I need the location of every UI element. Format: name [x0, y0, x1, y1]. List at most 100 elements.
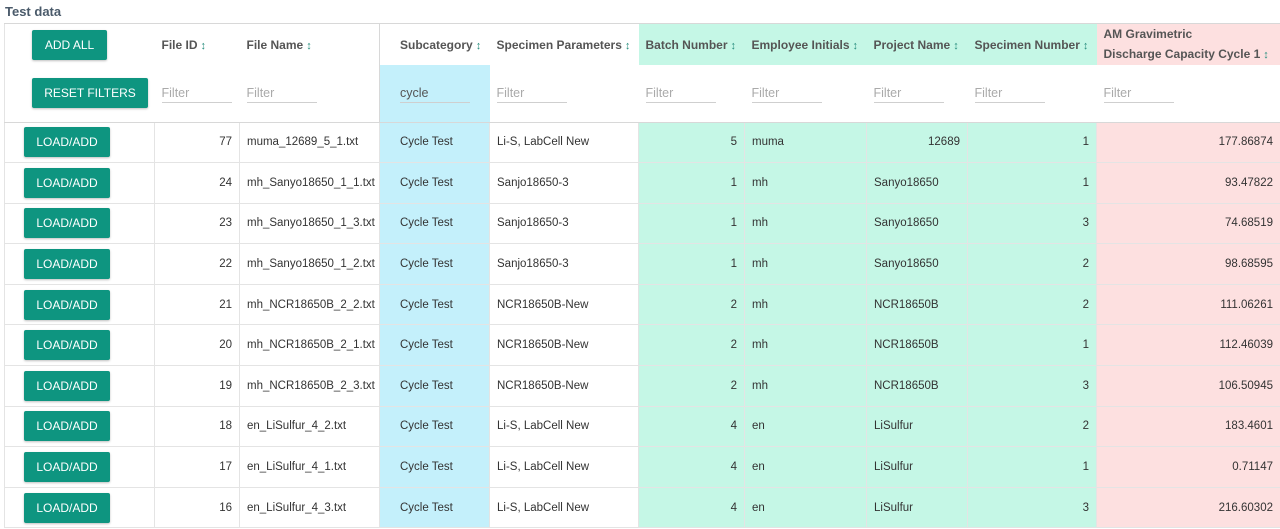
column-label: Project Name [873, 37, 951, 52]
column-header-am-gravimetric[interactable]: AM Gravimetric Discharge Capacity Cycle … [1096, 23, 1280, 65]
load-add-button[interactable]: LOAD/ADD [24, 452, 110, 483]
add-all-button[interactable]: ADD ALL [32, 29, 107, 60]
cell-batch-number: 4 [638, 446, 745, 488]
cell-batch-number: 1 [638, 203, 745, 245]
cell-project-name: LiSulfur [866, 487, 968, 529]
cell-am-gravimetric: 74.68519 [1096, 203, 1280, 245]
column-label: Batch Number [645, 37, 728, 52]
cell-employee-initials: mh [744, 162, 867, 204]
load-add-cell: LOAD/ADD [4, 284, 155, 326]
column-header-subcategory[interactable]: Subcategory ↕ [379, 23, 490, 65]
sort-icon[interactable]: ↕ [953, 40, 959, 52]
load-add-button[interactable]: LOAD/ADD [24, 167, 110, 198]
cell-specimen-number: 1 [967, 162, 1097, 204]
load-add-cell: LOAD/ADD [4, 162, 155, 204]
cell-employee-initials: en [744, 446, 867, 488]
test-data-table: ADD ALL File ID ↕ File Name ↕ Subcategory ↕… [4, 23, 1280, 529]
column-header-file-name[interactable]: File Name ↕ [239, 23, 380, 65]
sort-icon[interactable]: ↕ [201, 40, 207, 52]
column-header-file-id[interactable]: File ID ↕ [154, 23, 240, 65]
cell-specimen-parameters: NCR18650B-New [489, 284, 639, 326]
cell-batch-number: 4 [638, 487, 745, 529]
column-header-specimen-number[interactable]: Specimen Number ↕ [967, 23, 1097, 65]
load-add-button[interactable]: LOAD/ADD [24, 370, 110, 401]
sort-icon[interactable]: ↕ [731, 40, 737, 52]
cell-specimen-number: 3 [967, 203, 1097, 245]
load-add-button[interactable]: LOAD/ADD [24, 492, 110, 523]
cell-specimen-number: 2 [967, 243, 1097, 285]
cell-project-name: Sanyo18650 [866, 203, 968, 245]
cell-subcategory: Cycle Test [379, 243, 490, 285]
cell-subcategory: Cycle Test [379, 487, 490, 529]
cell-file-name: mh_NCR18650B_2_2.txt [239, 284, 380, 326]
cell-subcategory: Cycle Test [379, 406, 490, 448]
column-label: Employee Initials [751, 37, 850, 52]
cell-specimen-parameters: NCR18650B-New [489, 324, 639, 367]
cell-specimen-parameters: NCR18650B-New [489, 365, 639, 407]
load-add-button[interactable]: LOAD/ADD [24, 127, 110, 158]
load-add-button[interactable]: LOAD/ADD [24, 249, 110, 280]
cell-am-gravimetric: 112.46039 [1096, 324, 1280, 367]
column-header-specimen-parameters[interactable]: Specimen Parameters ↕ [489, 23, 639, 65]
cell-project-name: LiSulfur [866, 406, 968, 448]
load-add-cell: LOAD/ADD [4, 324, 155, 367]
cell-employee-initials: en [744, 487, 867, 529]
sort-icon[interactable]: ↕ [1083, 40, 1089, 52]
load-add-cell: LOAD/ADD [4, 487, 155, 529]
sort-icon[interactable]: ↕ [625, 40, 631, 52]
cell-file-name: mh_NCR18650B_2_3.txt [239, 365, 380, 407]
load-add-cell: LOAD/ADD [4, 122, 155, 164]
cell-specimen-parameters: Li-S, LabCell New [489, 406, 639, 448]
column-label: Specimen Parameters [496, 37, 622, 52]
cell-am-gravimetric: 183.4601 [1096, 406, 1280, 448]
filter-am-gravimetric-input[interactable] [1103, 83, 1174, 103]
filter-cell [1096, 65, 1280, 123]
load-add-button[interactable]: LOAD/ADD [24, 411, 110, 442]
cell-subcategory: Cycle Test [379, 203, 490, 245]
filter-subcategory-input[interactable] [400, 83, 470, 103]
filter-project-name-input[interactable] [873, 83, 944, 103]
sort-icon[interactable]: ↕ [853, 40, 859, 52]
cell-subcategory: Cycle Test [379, 162, 490, 204]
cell-specimen-parameters: Sanjo18650-3 [489, 203, 639, 245]
column-header-project-name[interactable]: Project Name ↕ [866, 23, 968, 65]
column-label: File ID [161, 37, 198, 52]
filter-batch-number-input[interactable] [645, 83, 716, 103]
cell-specimen-number: 1 [967, 122, 1097, 164]
filter-employee-initials-input[interactable] [751, 83, 822, 103]
load-add-button[interactable]: LOAD/ADD [24, 208, 110, 239]
column-header-employee-initials[interactable]: Employee Initials ↕ [744, 23, 867, 65]
filter-file-name-input[interactable] [246, 83, 317, 103]
sort-icon[interactable]: ↕ [476, 40, 482, 52]
cell-employee-initials: mh [744, 324, 867, 367]
cell-specimen-parameters: Li-S, LabCell New [489, 487, 639, 529]
sort-icon[interactable]: ↕ [306, 40, 312, 52]
cell-project-name: LiSulfur [866, 446, 968, 488]
cell-specimen-number: 2 [967, 406, 1097, 448]
filter-cell [967, 65, 1097, 123]
cell-batch-number: 1 [638, 162, 745, 204]
filter-cell [744, 65, 867, 123]
filter-specimen-number-input[interactable] [974, 83, 1045, 103]
filter-file-id-input[interactable] [161, 83, 232, 103]
table-row: LOAD/ADD 16 en_LiSulfur_4_3.txt Cycle Test L… [4, 487, 1280, 529]
column-header-batch-number[interactable]: Batch Number ↕ [638, 23, 745, 65]
page-title: Test data [5, 4, 62, 19]
column-label: File Name [246, 37, 304, 52]
add-all-cell: ADD ALL [4, 23, 155, 65]
cell-employee-initials: mh [744, 243, 867, 285]
load-add-cell: LOAD/ADD [4, 446, 155, 488]
cell-specimen-parameters: Sanjo18650-3 [489, 243, 639, 285]
column-label: Subcategory [400, 37, 473, 52]
cell-subcategory: Cycle Test [379, 284, 490, 326]
filter-specimen-parameters-input[interactable] [496, 83, 567, 103]
load-add-button[interactable]: LOAD/ADD [24, 330, 110, 361]
column-label-line2: Discharge Capacity Cycle 1 [1103, 47, 1261, 61]
load-add-button[interactable]: LOAD/ADD [24, 289, 110, 320]
cell-am-gravimetric: 0.71147 [1096, 446, 1280, 488]
sort-icon[interactable]: ↕ [1263, 49, 1269, 61]
table-row: LOAD/ADD 22 mh_Sanyo18650_1_2.txt Cycle Tes… [4, 243, 1280, 285]
cell-file-name: mh_Sanyo18650_1_1.txt [239, 162, 380, 204]
reset-filters-button[interactable]: RESET FILTERS [32, 78, 148, 109]
cell-file-name: en_LiSulfur_4_2.txt [239, 406, 380, 448]
